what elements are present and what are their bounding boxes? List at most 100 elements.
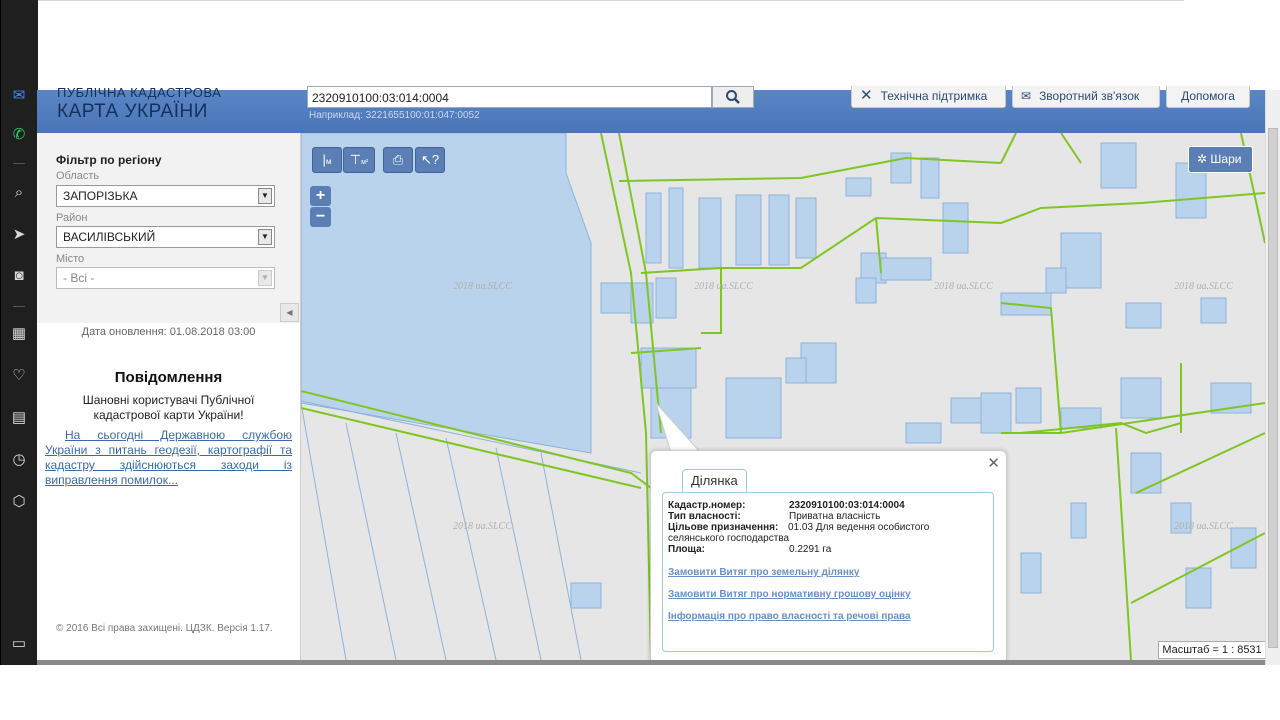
- building[interactable]: [1020, 552, 1042, 594]
- parcel[interactable]: [301, 133, 592, 454]
- building[interactable]: [880, 257, 932, 281]
- measure-line-unit: м: [325, 157, 332, 166]
- feedback-button[interactable]: ✉ Зворотний зв'язок: [1012, 86, 1160, 108]
- building[interactable]: [980, 392, 1012, 434]
- misto-label: Місто: [56, 253, 85, 265]
- parcel-line: [618, 156, 1002, 182]
- page-scrollbar[interactable]: [1265, 90, 1280, 665]
- building[interactable]: [855, 277, 877, 304]
- building[interactable]: [725, 377, 782, 439]
- identify-tool[interactable]: ↖?: [415, 147, 445, 173]
- chevron-down-icon: ▼: [258, 188, 272, 204]
- heart-icon[interactable]: ♡: [9, 366, 29, 386]
- building[interactable]: [1060, 232, 1102, 289]
- app-header: ПУБЛІЧНА КАДАСТРОВА КАРТА УКРАЇНИ 232091…: [37, 85, 1265, 133]
- copyright: © 2016 Всі права захищені. ЦДЗК. Версія …: [56, 623, 273, 634]
- parcel-line: [1000, 133, 1017, 164]
- browser-sidebar: ✉ ✆ ⌕ ➤ ◙ ▦ ♡ ▤ ◷ ⬡ ▭: [0, 0, 38, 665]
- messenger-icon[interactable]: ✉: [9, 86, 29, 106]
- tab-parcel[interactable]: Ділянка: [682, 469, 747, 492]
- ownership-label: Тип власності:: [668, 511, 741, 522]
- tools-icon: ✕: [860, 87, 873, 104]
- measure-area-tool[interactable]: ⊤м²: [343, 147, 375, 173]
- misto-select[interactable]: - Всі - ▼: [56, 267, 275, 289]
- collapse-panel-button[interactable]: ◀: [280, 303, 299, 322]
- scrollbar-thumb[interactable]: [1268, 128, 1278, 648]
- building[interactable]: [920, 157, 940, 199]
- zoom-out-button[interactable]: −: [310, 207, 331, 227]
- news-icon[interactable]: ▤: [9, 408, 29, 428]
- building[interactable]: [1045, 267, 1067, 294]
- printer-icon: ⎙: [392, 152, 404, 167]
- help-button[interactable]: Допомога: [1166, 86, 1250, 108]
- print-button[interactable]: ⎙: [383, 147, 413, 173]
- cadastral-value: 2320910100:03:014:0004: [789, 500, 905, 511]
- building[interactable]: [1185, 567, 1212, 609]
- building[interactable]: [1125, 302, 1162, 329]
- building[interactable]: [845, 177, 872, 197]
- cadastral-map[interactable]: 2018 ua.SLCC 2018 ua.SLCC 2018 ua.SLCC 2…: [301, 133, 1265, 660]
- order-valuation-link[interactable]: Замовити Витяг про нормативну грошову оц…: [668, 589, 911, 600]
- mail-icon: ✉: [1021, 89, 1032, 103]
- search-icon[interactable]: ⌕: [9, 183, 29, 203]
- history-icon[interactable]: ◷: [9, 450, 29, 470]
- purpose-label: Цільове призначення:: [668, 522, 779, 533]
- layers-button[interactable]: ✲ Шари: [1188, 146, 1253, 173]
- area-value: 0.2291 га: [789, 544, 832, 555]
- chevron-down-icon: ▼: [258, 270, 272, 286]
- building[interactable]: [1130, 452, 1162, 494]
- sidebar-toggle-icon[interactable]: ▭: [9, 634, 29, 654]
- building[interactable]: [795, 197, 817, 259]
- watermark: 2018 ua.SLCC: [453, 521, 512, 532]
- close-icon[interactable]: ✕: [987, 454, 1000, 472]
- box-icon[interactable]: ⬡: [9, 492, 29, 512]
- whatsapp-icon[interactable]: ✆: [9, 125, 29, 145]
- watermark: 2018 ua.SLCC: [1174, 521, 1233, 532]
- area-icon: ⊤: [349, 152, 362, 167]
- building[interactable]: [668, 187, 684, 269]
- building[interactable]: [698, 197, 722, 269]
- building[interactable]: [1200, 297, 1227, 324]
- bottom-bar: [37, 660, 1265, 665]
- camera-icon[interactable]: ◙: [9, 266, 29, 286]
- building[interactable]: [1015, 387, 1042, 424]
- building[interactable]: [950, 397, 982, 424]
- logo-line2: КАРТА УКРАЇНИ: [57, 101, 208, 122]
- area-label: Площа:: [668, 544, 705, 555]
- update-date: Дата оновлення: 01.08.2018 03:00: [81, 326, 256, 338]
- building[interactable]: [1100, 142, 1137, 189]
- building[interactable]: [785, 357, 807, 384]
- parcel[interactable]: [570, 582, 602, 609]
- raion-label: Район: [56, 212, 88, 224]
- watermark: 2018 ua.SLCC: [934, 281, 993, 292]
- region-filter-panel: Фільтр по регіону Область ЗАПОРІЗЬКА ▼ Ра…: [37, 133, 301, 323]
- measure-distance-tool[interactable]: |м: [312, 147, 342, 173]
- building[interactable]: [735, 194, 762, 266]
- raion-select[interactable]: ВАСИЛІВСЬКИЙ ▼: [56, 226, 275, 248]
- sidebar-separator: [13, 163, 25, 164]
- ownership-info-link[interactable]: Інформація про право власності та речові…: [668, 611, 911, 622]
- oblast-value: ЗАПОРІЗЬКА: [63, 189, 138, 203]
- building[interactable]: [640, 347, 697, 389]
- watermark: 2018 ua.SLCC: [453, 281, 512, 292]
- search-button[interactable]: [712, 86, 754, 108]
- building[interactable]: [655, 277, 677, 319]
- apps-icon[interactable]: ▦: [9, 324, 29, 344]
- order-extract-link[interactable]: Замовити Витяг про земельну ділянку: [668, 567, 859, 578]
- oblast-select[interactable]: ЗАПОРІЗЬКА ▼: [56, 185, 275, 207]
- zoom-in-button[interactable]: +: [310, 186, 331, 206]
- news-link[interactable]: На сьогодні Державною службою України з …: [45, 428, 292, 488]
- send-icon[interactable]: ➤: [9, 225, 29, 245]
- parcel-line: [1115, 427, 1132, 660]
- ownership-value: Приватна власність: [789, 511, 881, 522]
- support-button[interactable]: ✕ Технічна підтримка: [851, 86, 1006, 108]
- building[interactable]: [1120, 377, 1162, 419]
- building[interactable]: [905, 422, 942, 444]
- area-row: Площа: 0.2291 га: [668, 544, 831, 555]
- building[interactable]: [1070, 502, 1087, 539]
- building[interactable]: [645, 192, 662, 264]
- watermark: 2018 ua.SLCC: [1174, 281, 1233, 292]
- building[interactable]: [768, 194, 790, 266]
- building[interactable]: [942, 202, 969, 254]
- cadastral-search-input[interactable]: 2320910100:03:014:0004: [307, 86, 712, 108]
